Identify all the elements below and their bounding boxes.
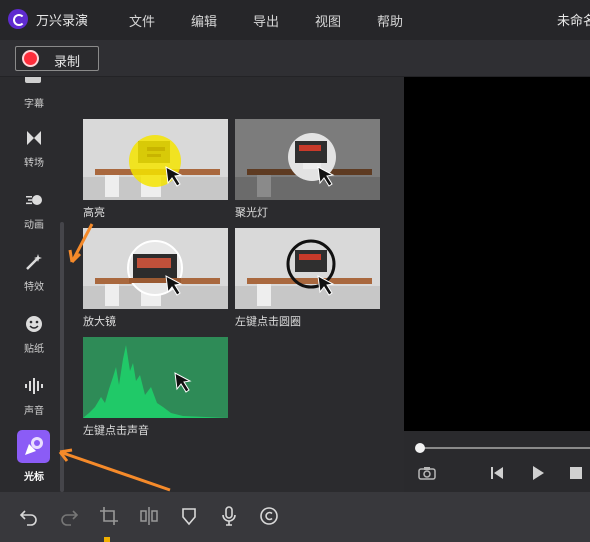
menu-file[interactable]: 文件 (129, 11, 155, 30)
undo-icon[interactable] (18, 505, 40, 527)
menu-help[interactable]: 帮助 (377, 11, 403, 30)
redo-icon[interactable] (58, 505, 80, 527)
effect-thumbnail (83, 337, 228, 418)
record-label: 录制 (54, 55, 81, 70)
app-logo-icon (8, 9, 28, 29)
effect-label: 聚光灯 (235, 206, 268, 219)
effect-label: 左键点击圆圈 (235, 315, 301, 328)
record-dot-icon (24, 52, 37, 65)
previous-frame-icon[interactable] (490, 466, 504, 480)
animation-icon (26, 195, 42, 205)
microphone-icon[interactable] (218, 505, 240, 527)
title-bar: 万兴录演 文件 编辑 导出 视图 帮助 未命名 (0, 0, 590, 40)
sidebar-item-animation[interactable]: 动画 (12, 190, 56, 242)
sidebar-item-label: 贴纸 (24, 344, 44, 355)
sticker-icon (26, 316, 42, 332)
menu-edit[interactable]: 编辑 (191, 11, 217, 30)
sidebar-item-effects[interactable]: 特效 (12, 252, 56, 304)
effect-thumbnail (235, 228, 380, 309)
mask-shield-icon[interactable] (178, 505, 200, 527)
camera-snapshot-icon[interactable] (418, 466, 436, 480)
cursor-effects-panel: 高亮 聚光灯 放大镜 左键点击圆圈 左键点击声音 (66, 77, 404, 492)
stop-icon[interactable] (569, 466, 583, 480)
sidebar-item-label: 动画 (24, 220, 44, 231)
sidebar-item-label: 转场 (24, 158, 44, 169)
record-button[interactable]: 录制 (15, 46, 99, 71)
play-icon[interactable] (531, 465, 545, 481)
cursor-icon (25, 437, 43, 455)
effect-thumbnail (235, 119, 380, 200)
top-toolbar: 录制 (0, 40, 590, 77)
sidebar-item-label: 特效 (24, 282, 44, 293)
playback-progress-knob[interactable] (415, 443, 425, 453)
effect-thumbnail (83, 119, 228, 200)
playback-controls (404, 431, 590, 492)
sidebar-item-label: 字幕 (24, 99, 44, 110)
scrolled-item-icon (25, 77, 41, 83)
effects-wand-icon (26, 254, 42, 270)
effect-label: 左键点击声音 (83, 424, 149, 437)
sidebar: 字幕 转场 动画 特效 贴纸 声音 光标 (0, 77, 66, 492)
menu-view[interactable]: 视图 (315, 11, 341, 30)
sidebar-item-transition[interactable]: 转场 (12, 128, 56, 180)
effect-label: 高亮 (83, 206, 105, 219)
cursor-icon-box (17, 430, 50, 463)
split-icon[interactable] (138, 505, 160, 527)
effect-thumbnail (83, 228, 228, 309)
playback-progress-track[interactable] (420, 447, 590, 449)
audio-wave-icon (25, 378, 43, 394)
edit-tools-bar (0, 492, 590, 542)
sidebar-item-audio[interactable]: 声音 (12, 376, 56, 428)
sidebar-item-label: 光标 (24, 472, 44, 483)
effect-label: 放大镜 (83, 315, 116, 328)
sidebar-item-label: 声音 (24, 406, 44, 417)
copyright-icon[interactable] (258, 505, 280, 527)
sidebar-item-cursor[interactable]: 光标 (12, 430, 56, 484)
app-title: 万兴录演 (36, 14, 89, 29)
timeline-marker (104, 537, 110, 542)
sidebar-item-sticker[interactable]: 贴纸 (12, 314, 56, 366)
transition-icon (27, 131, 41, 145)
video-preview (404, 77, 590, 431)
sidebar-scrollbar[interactable] (60, 222, 64, 492)
crop-icon[interactable] (98, 505, 120, 527)
menu-export[interactable]: 导出 (253, 11, 279, 30)
document-title: 未命名 (557, 14, 590, 29)
